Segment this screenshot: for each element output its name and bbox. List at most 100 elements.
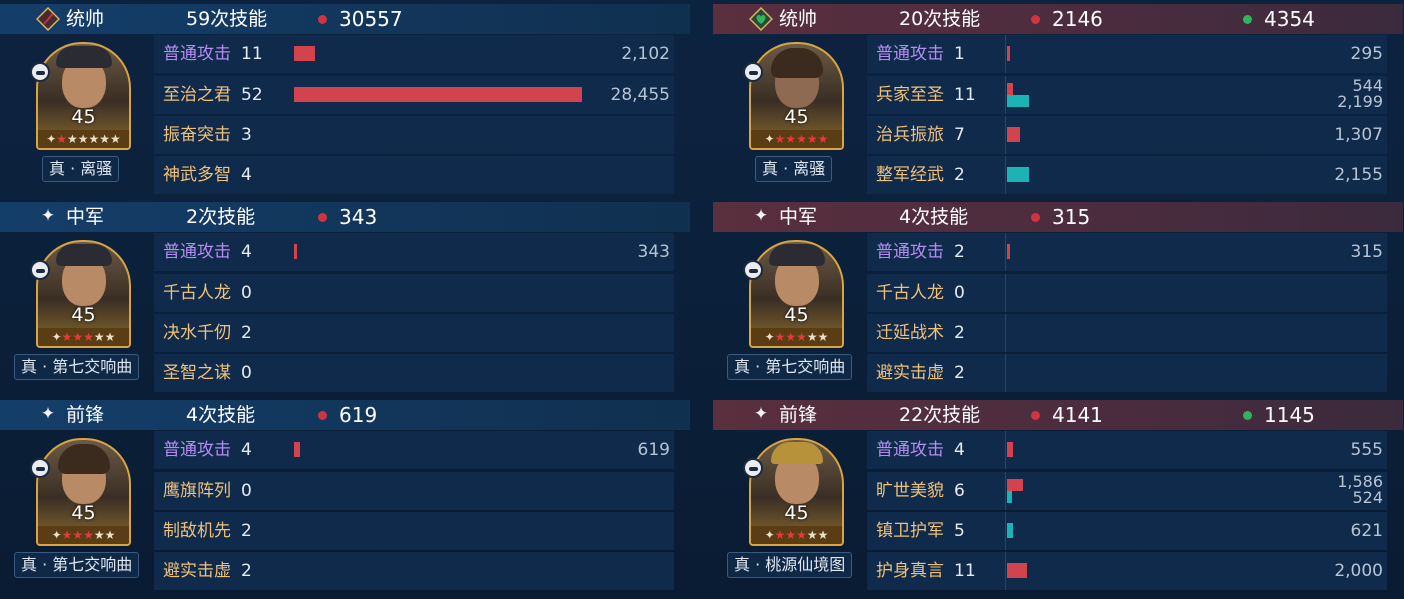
- mount-icon: [743, 260, 763, 280]
- general-header: ✦ 中军 4次技能 315: [713, 202, 1403, 232]
- portrait-headwear: [58, 444, 110, 474]
- skill-name: 护身真言: [876, 561, 944, 581]
- total-damage: 619: [339, 403, 378, 427]
- tactic-tag: 真 · 桃源仙境图: [727, 552, 853, 578]
- skill-name: 鹰旗阵列: [163, 481, 231, 501]
- skill-row: 制敌机先 2: [154, 512, 674, 550]
- general-portrait[interactable]: 45 ✦★★★★★: [36, 438, 131, 546]
- general-header: ✦ 中军 2次技能 343: [0, 202, 690, 232]
- general-portrait[interactable]: 45 ✦★★★★★★: [36, 42, 131, 150]
- skill-cast-count: 2: [241, 521, 252, 541]
- role-label: 统帅: [779, 8, 818, 30]
- star-rating: ✦★★★★★★: [38, 130, 129, 148]
- general-block: ✦ 前锋 4次技能 619 45 ✦★★★★★ 真 · 第七交响曲 普通攻击 4 619 鹰旗阵列 0…: [0, 396, 690, 594]
- skill-row: 普通攻击 4 343: [154, 233, 674, 271]
- skill-count: 4次技能: [899, 206, 969, 228]
- general-portrait[interactable]: 45 ✦★★★★★: [749, 42, 844, 150]
- damage-bar: [1007, 46, 1010, 61]
- general-header: ✦ 前锋 22次技能 4141 1145: [713, 400, 1403, 430]
- skill-cast-count: 6: [954, 481, 965, 501]
- skill-row: 治兵振旅 7 1,307: [867, 116, 1387, 154]
- skill-row: 圣智之谋 0: [154, 354, 674, 392]
- battle-report: 统帅 59次技能 30557 45 ✦★★★★★★ 真 · 离骚 普通攻击 11 2,102 至治…: [0, 0, 1404, 599]
- skill-name: 迁延战术: [876, 323, 944, 343]
- total-damage: 2146: [1052, 7, 1103, 31]
- skill-cast-count: 1: [954, 44, 965, 64]
- general-block: 统帅 20次技能 2146 4354 45 ✦★★★★★ 真 · 离骚 普通攻击 1 295 兵家至…: [713, 0, 1403, 198]
- skill-count: 22次技能: [899, 404, 981, 426]
- star-rating: ✦★★★★★: [751, 328, 842, 346]
- level-badge: 45: [71, 502, 96, 524]
- skill-row: 普通攻击 1 295: [867, 35, 1387, 73]
- tactic-tag: 真 · 离骚: [755, 156, 833, 182]
- star-rating: ✦★★★★★: [38, 526, 129, 544]
- portrait-headwear: [56, 46, 112, 68]
- skill-name: 避实击虚: [163, 561, 231, 581]
- general-portrait[interactable]: 45 ✦★★★★★: [36, 240, 131, 348]
- level-badge: 45: [71, 304, 96, 326]
- general-portrait[interactable]: 45 ✦★★★★★: [749, 240, 844, 348]
- skill-name: 普通攻击: [163, 242, 231, 262]
- red-diamond-sword-icon: [36, 7, 60, 31]
- skill-name: 镇卫护军: [876, 521, 944, 541]
- skill-name: 普通攻击: [876, 242, 944, 262]
- damage-value: 555: [1350, 440, 1383, 460]
- skill-cast-count: 2: [954, 242, 965, 262]
- damage-value: 28,455: [610, 85, 670, 105]
- general-portrait[interactable]: 45 ✦★★★★★: [749, 438, 844, 546]
- green-diamond-heart-icon: [749, 7, 773, 31]
- row-divider: [1005, 233, 1006, 271]
- damage-bar: [294, 442, 301, 457]
- sparkle-icon: ✦: [753, 404, 769, 424]
- damage-dot-icon: [318, 411, 327, 420]
- skill-cast-count: 52: [241, 85, 263, 105]
- row-divider: [1005, 274, 1006, 312]
- skill-name: 普通攻击: [876, 44, 944, 64]
- skill-cast-count: 0: [241, 481, 252, 501]
- damage-dot-icon: [1031, 213, 1040, 222]
- damage-bar: [1007, 563, 1028, 578]
- star-rating: ✦★★★★★: [751, 526, 842, 544]
- damage-value: 343: [637, 242, 670, 262]
- skill-name: 普通攻击: [163, 44, 231, 64]
- skill-cast-count: 7: [954, 125, 965, 145]
- skill-cast-count: 11: [241, 44, 263, 64]
- heal-value: 621: [1350, 521, 1383, 541]
- skill-row: 旷世美貌 6 1,586 524: [867, 472, 1387, 510]
- tactic-tag: 真 · 离骚: [42, 156, 120, 182]
- general-header: ✦ 前锋 4次技能 619: [0, 400, 690, 430]
- portrait-headwear: [56, 244, 112, 266]
- damage-dot-icon: [318, 15, 327, 24]
- skill-name: 旷世美貌: [876, 481, 944, 501]
- heal-value: 524: [1352, 488, 1383, 507]
- damage-bar: [294, 46, 316, 61]
- total-damage: 343: [339, 205, 378, 229]
- row-divider: [1005, 314, 1006, 352]
- row-divider: [1005, 512, 1006, 550]
- damage-bar: [294, 244, 298, 259]
- skill-cast-count: 4: [241, 242, 252, 262]
- general-header: 统帅 20次技能 2146 4354: [713, 4, 1403, 34]
- general-header: 统帅 59次技能 30557: [0, 4, 690, 34]
- mount-icon: [30, 62, 50, 82]
- skill-row: 护身真言 11 2,000: [867, 552, 1387, 590]
- skill-name: 决水千仞: [163, 323, 231, 343]
- skill-count: 4次技能: [186, 404, 256, 426]
- role-label: 统帅: [66, 8, 105, 30]
- row-divider: [1005, 156, 1006, 194]
- heal-value: 2,155: [1334, 165, 1383, 185]
- damage-bar: [1007, 127, 1021, 142]
- skill-name: 制敌机先: [163, 521, 231, 541]
- row-divider: [1005, 116, 1006, 154]
- heal-bar: [1007, 167, 1029, 182]
- skill-name: 普通攻击: [876, 440, 944, 460]
- heal-value: 2,199: [1337, 92, 1383, 111]
- portrait-headwear: [769, 244, 825, 266]
- skill-count: 59次技能: [186, 8, 268, 30]
- heal-dot-icon: [1243, 411, 1252, 420]
- star-rating: ✦★★★★★: [751, 130, 842, 148]
- sparkle-icon: ✦: [753, 206, 769, 226]
- skill-cast-count: 0: [954, 283, 965, 303]
- skill-cast-count: 4: [241, 165, 252, 185]
- skill-cast-count: 0: [241, 283, 252, 303]
